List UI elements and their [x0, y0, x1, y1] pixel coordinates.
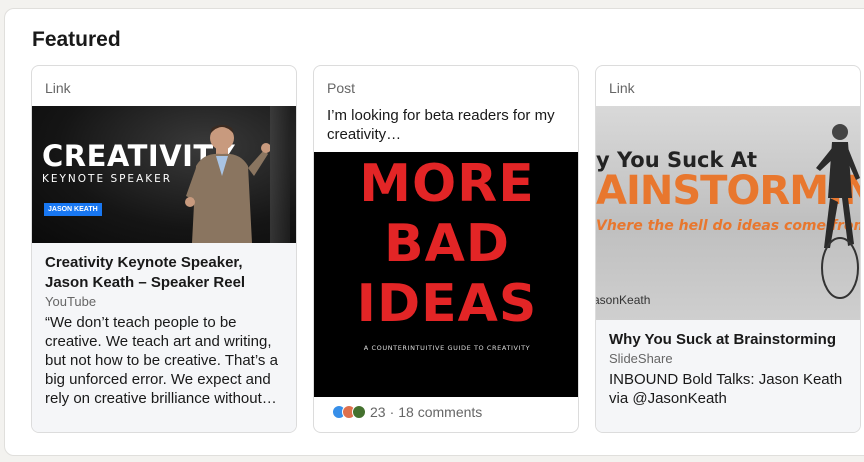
slide-handle: asonKeath	[596, 293, 651, 307]
book-tagline: A COUNTERINTUITIVE GUIDE TO CREATIVITY	[363, 344, 531, 352]
card-type-label: Link	[45, 80, 71, 96]
card-description: “We don’t teach people to be creative. W…	[45, 314, 278, 407]
book-title-line-2: BAD	[383, 214, 511, 274]
video-thumbnail[interactable]: CREATIVITY KEYNOTE SPEAKER JASON KEATH	[32, 106, 296, 243]
book-title-line-1: MORE	[359, 154, 535, 214]
post-image[interactable]: MORE BAD IDEAS A COUNTERINTUITIVE GUIDE …	[314, 152, 578, 397]
featured-card-post[interactable]: Post I’m looking for beta readers for my…	[313, 65, 579, 433]
celebrate-icon	[352, 405, 366, 419]
card-source: SlideShare	[609, 351, 673, 366]
thumbnail-subline: KEYNOTE SPEAKER	[42, 173, 173, 185]
social-counts[interactable]: 23 · 18 comments	[332, 402, 482, 422]
section-title: Featured	[32, 28, 121, 51]
slide-thumbnail[interactable]: y You Suck At AINSTORMING Vhere the hell…	[596, 106, 860, 320]
reaction-count[interactable]: 23	[370, 404, 386, 420]
thumbnail-name-tag: JASON KEATH	[44, 203, 102, 216]
card-type-label: Link	[609, 80, 635, 96]
card-via: via @JasonKeath	[609, 390, 727, 407]
card-title[interactable]: Why You Suck at Brainstorming	[609, 330, 847, 350]
post-text: I’m looking for beta readers for my crea…	[327, 107, 555, 143]
separator-dot: ·	[389, 404, 395, 420]
book-title-line-3: IDEAS	[356, 274, 538, 334]
card-title[interactable]: Creativity Keynote Speaker, Jason Keath …	[45, 253, 283, 293]
speaker-figure	[185, 125, 270, 243]
businessman-figure	[816, 124, 860, 299]
featured-section: Featured Link CREATIVITY KEYNOTE SPEAKER…	[4, 8, 864, 456]
card-description: INBOUND Bold Talks: Jason Keath	[609, 371, 843, 388]
featured-card-link-slides[interactable]: Link y You Suck At AINSTORMING Vhere the…	[595, 65, 861, 433]
card-type-label: Post	[327, 80, 356, 96]
card-source: YouTube	[45, 294, 97, 309]
reaction-icons	[332, 405, 366, 419]
comment-count[interactable]: 18 comments	[398, 404, 482, 420]
featured-card-link-video[interactable]: Link CREATIVITY KEYNOTE SPEAKER JASON KE…	[31, 65, 297, 433]
